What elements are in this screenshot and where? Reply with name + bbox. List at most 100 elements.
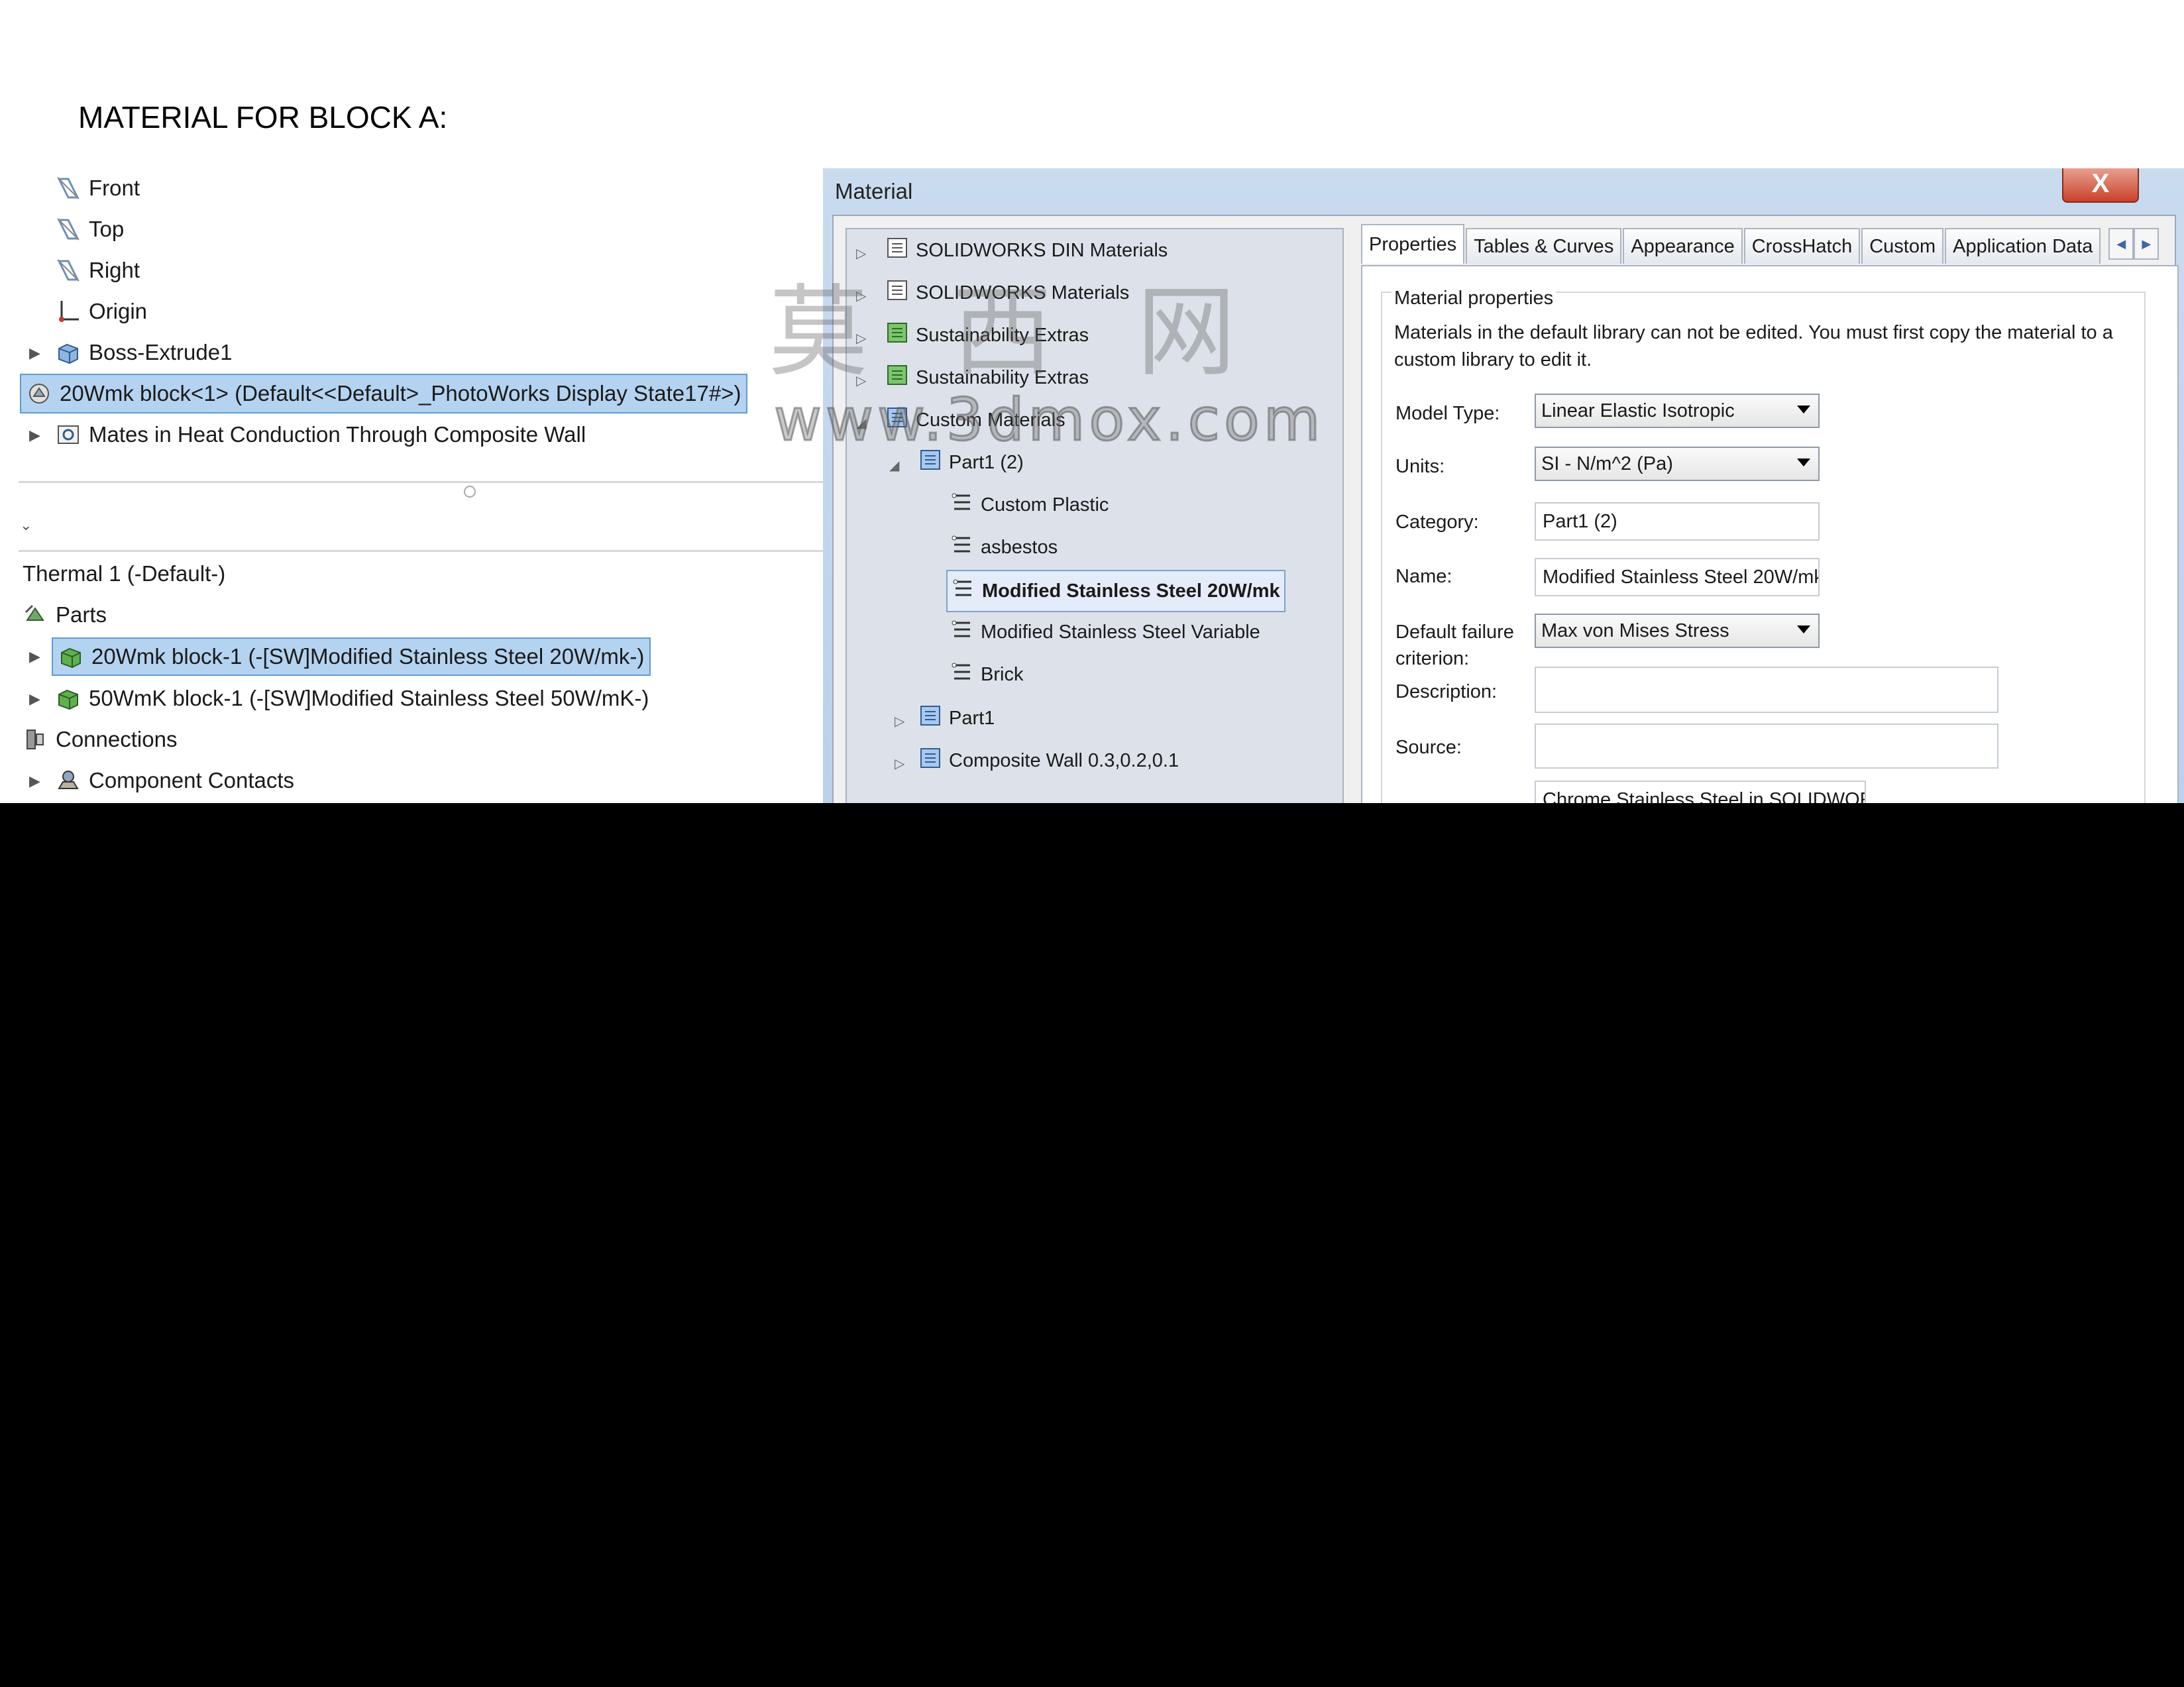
origin-icon	[56, 299, 81, 324]
tree-item-label: 20Wmk block<1> (Default<<Default>_PhotoW…	[60, 381, 741, 406]
feature-tree-panel: Front Top Right Origin ▶ Boss-Extrude1 2…	[19, 168, 823, 482]
model-type-select[interactable]: Linear Elastic Isotropic	[1535, 394, 1820, 428]
dialog-title: Material	[835, 179, 913, 203]
library-item-label: Modified Stainless Steel 20W/mk	[982, 580, 1280, 602]
tab-properties[interactable]: Properties	[1361, 224, 1465, 264]
model-type-label: Model Type:	[1395, 403, 1500, 424]
units-select[interactable]: SI - N/m^2 (Pa)	[1535, 447, 1820, 481]
material-item[interactable]: Brick	[950, 656, 1023, 693]
tree-item-label: Origin	[89, 299, 148, 323]
tree-item-top[interactable]: Top	[56, 209, 124, 249]
sustainability-field[interactable]: Chrome Stainless Steel in SOLIDWOR	[1535, 781, 1866, 803]
material-item[interactable]: Modified Stainless Steel Variable	[950, 614, 1260, 651]
tree-item-label: 50WmK block-1 (-[SW]Modified Stainless S…	[89, 686, 649, 710]
study-label: Thermal 1 (-Default-)	[23, 561, 226, 586]
library-category[interactable]: Part1	[918, 700, 995, 737]
failure-criterion-label: Default failure criterion:	[1395, 622, 1514, 669]
library-item-label: Composite Wall 0.3,0.2,0.1	[949, 749, 1179, 771]
connections-icon	[23, 727, 48, 752]
plane-icon	[56, 176, 81, 201]
plane-icon	[56, 258, 81, 283]
category-field[interactable]: Part1 (2)	[1535, 502, 1820, 541]
tree-item-component-contacts[interactable]: Component Contacts	[56, 761, 294, 800]
expand-arrow-icon[interactable]: ▶	[29, 427, 40, 444]
tree-item-20wmk-block[interactable]: 20Wmk block<1> (Default<<Default>_PhotoW…	[20, 374, 748, 413]
expand-arrow-icon[interactable]: ▶	[29, 345, 40, 362]
tree-item-connections[interactable]: Connections	[23, 720, 177, 759]
chevron-down-icon	[1797, 626, 1810, 633]
category-label: Category:	[1395, 512, 1479, 533]
tree-item-right[interactable]: Right	[56, 250, 140, 290]
tab-bar: Properties Tables & Curves Appearance Cr…	[1361, 224, 2159, 265]
source-label: Source:	[1395, 737, 1462, 758]
extrude-icon	[56, 340, 81, 365]
name-label: Name:	[1395, 566, 1452, 587]
solid-body-icon	[56, 686, 81, 711]
tree-item-label: Right	[89, 258, 140, 282]
material-icon	[952, 576, 975, 606]
panel-divider	[19, 550, 823, 552]
close-button[interactable]: X	[2062, 168, 2139, 203]
expand-arrow-icon[interactable]: ▷	[895, 755, 904, 772]
material-item[interactable]: Custom Plastic	[950, 486, 1109, 523]
study-title[interactable]: Thermal 1 (-Default-)	[23, 554, 225, 594]
tab-scroll-right-icon[interactable]: ▶	[2134, 228, 2159, 260]
tree-item-origin[interactable]: Origin	[56, 292, 147, 331]
tab-crosshatch[interactable]: CrossHatch	[1743, 228, 1861, 264]
library-item-label: asbestos	[981, 536, 1058, 558]
tree-item-part-50wmk[interactable]: 50WmK block-1 (-[SW]Modified Stainless S…	[56, 679, 649, 718]
material-item[interactable]: asbestos	[950, 529, 1058, 566]
simulation-tree-panel: Thermal 1 (-Default-) Parts ▶ 20Wmk bloc…	[19, 554, 823, 803]
library-item-label: Modified Stainless Steel Variable	[981, 621, 1260, 643]
tree-item-mates[interactable]: Mates in Heat Conduction Through Composi…	[56, 415, 586, 455]
panel-divider	[19, 481, 823, 483]
tree-item-boss-extrude[interactable]: Boss-Extrude1	[56, 333, 232, 372]
library-category[interactable]: Composite Wall 0.3,0.2,0.1	[918, 742, 1179, 779]
category-icon	[918, 746, 942, 775]
tree-item-label: Connections	[56, 727, 178, 751]
expand-arrow-icon[interactable]: ▶	[29, 773, 40, 790]
tab-tables-curves[interactable]: Tables & Curves	[1466, 228, 1622, 264]
source-field[interactable]	[1535, 724, 1998, 769]
tree-item-part-20wmk[interactable]: 20Wmk block-1 (-[SW]Modified Stainless S…	[52, 637, 651, 676]
mates-icon	[56, 422, 81, 447]
material-icon	[950, 490, 974, 519]
description-field[interactable]	[1535, 667, 1998, 713]
failure-criterion-value: Max von Mises Stress	[1541, 620, 1729, 641]
plane-icon	[56, 217, 81, 242]
material-icon	[950, 533, 974, 562]
material-icon	[950, 660, 974, 689]
splitter-handle[interactable]	[464, 486, 476, 498]
material-item-selected[interactable]: Modified Stainless Steel 20W/mk	[946, 570, 1285, 612]
collapse-arrow-icon[interactable]: ◢	[889, 457, 899, 474]
page-heading: MATERIAL FOR BLOCK A:	[78, 100, 448, 135]
library-item-label: Part1 (2)	[949, 451, 1024, 473]
name-field[interactable]: Modified Stainless Steel 20W/mk	[1535, 558, 1820, 596]
expand-arrow-icon[interactable]: ▶	[29, 648, 40, 665]
tree-item-label: Boss-Extrude1	[89, 340, 233, 364]
tab-scroll-left-icon[interactable]: ◀	[2108, 228, 2134, 260]
tab-appearance[interactable]: Appearance	[1623, 228, 1743, 264]
tree-item-label: 20Wmk block-1 (-[SW]Modified Stainless S…	[91, 644, 645, 669]
tree-item-parts[interactable]: Parts	[23, 595, 107, 635]
tree-item-label: Component Contacts	[89, 768, 295, 792]
part-icon	[27, 381, 52, 406]
tab-custom[interactable]: Custom	[1861, 228, 1944, 264]
chevron-down-icon	[1797, 459, 1810, 466]
failure-criterion-select[interactable]: Max von Mises Stress	[1535, 614, 1820, 648]
units-label: Units:	[1395, 456, 1445, 477]
tab-application-data[interactable]: Application Data	[1945, 228, 2101, 264]
edit-note: Materials in the default library can not…	[1394, 322, 2113, 370]
tree-item-label: Parts	[56, 602, 107, 627]
group-title: Material properties	[1392, 288, 1556, 309]
tree-item-label: Mates in Heat Conduction Through Composi…	[89, 422, 586, 447]
expand-arrow-icon[interactable]: ▶	[29, 690, 40, 708]
tree-item-front[interactable]: Front	[56, 168, 140, 208]
collapse-arrow-icon[interactable]: ⌄	[20, 517, 32, 534]
material-icon	[950, 618, 974, 647]
expand-arrow-icon[interactable]: ▷	[895, 713, 904, 730]
library-item-label: Custom Plastic	[981, 494, 1109, 516]
solid-body-icon	[58, 644, 83, 669]
library-item-label: Part1	[949, 707, 995, 729]
description-label: Description:	[1395, 681, 1498, 702]
